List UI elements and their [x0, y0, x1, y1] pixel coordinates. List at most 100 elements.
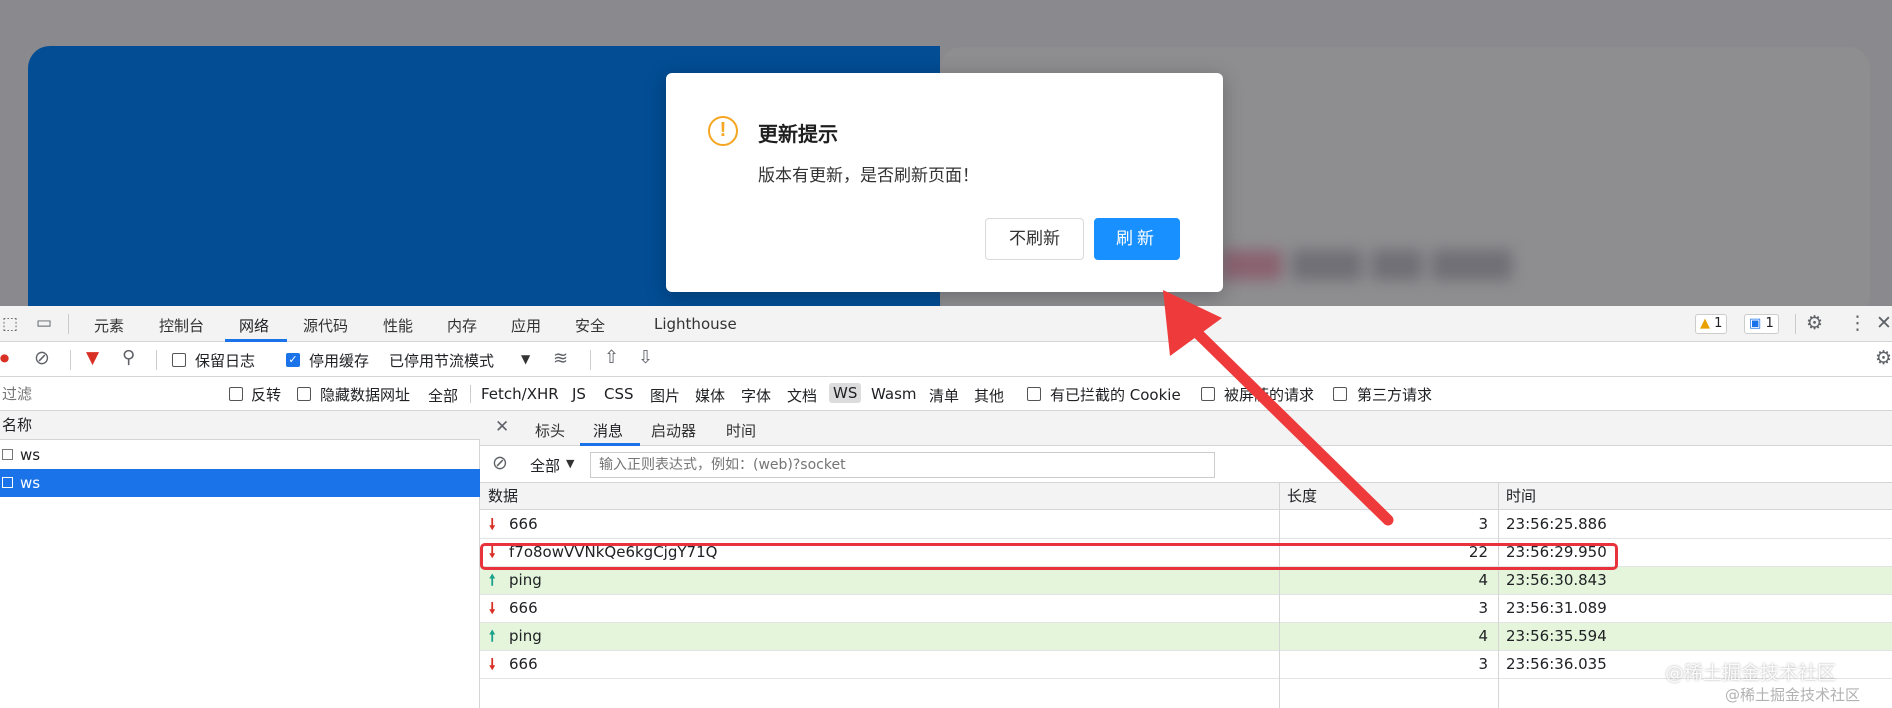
export-har-icon[interactable]: ⇩: [638, 349, 653, 367]
message-length: 3: [1478, 599, 1488, 617]
message-filter-bar: ⊘ 全部 ▼: [480, 446, 1892, 483]
tab-security[interactable]: 安全: [575, 315, 605, 336]
search-icon[interactable]: ⚲: [122, 349, 135, 367]
filter-icon[interactable]: ▼: [86, 350, 99, 367]
message-time: 23:56:31.089: [1506, 599, 1607, 617]
detail-tab-bar: ✕ 标头 消息 启动器 时间: [480, 411, 1892, 446]
annotation-highlight-box: [480, 543, 1618, 570]
tab-sources[interactable]: 源代码: [303, 315, 348, 336]
blocked-requests-checkbox[interactable]: [1201, 387, 1215, 401]
request-name: ws: [20, 446, 41, 464]
message-length: 4: [1478, 627, 1488, 645]
blurred-text: [1222, 250, 1542, 302]
tab-elements[interactable]: 元素: [94, 315, 124, 336]
message-row[interactable]: 🠗 666 3 23:56:25.886: [480, 511, 1892, 539]
filter-type-ws[interactable]: WS: [829, 383, 862, 403]
third-party-checkbox[interactable]: [1333, 387, 1347, 401]
filter-type-all[interactable]: 全部: [428, 385, 458, 406]
close-devtools-icon[interactable]: ✕: [1876, 314, 1892, 333]
clear-messages-icon[interactable]: ⊘: [492, 454, 508, 473]
tab-console[interactable]: 控制台: [159, 315, 204, 336]
throttling-select[interactable]: 已停用节流模式: [389, 350, 494, 371]
disable-cache-checkbox[interactable]: ✓: [286, 353, 300, 367]
filter-type-fetch-xhr[interactable]: Fetch/XHR: [481, 385, 559, 403]
divider: [470, 385, 471, 403]
message-data: 666: [509, 655, 538, 673]
request-row-selected[interactable]: ws: [0, 469, 480, 497]
preserve-log-label: 保留日志: [195, 352, 256, 370]
messages-badge[interactable]: ▣ 1: [1744, 314, 1779, 334]
network-settings-gear-icon[interactable]: ⚙: [1875, 349, 1892, 368]
hide-data-urls-checkbox[interactable]: [297, 387, 311, 401]
tab-application[interactable]: 应用: [511, 315, 541, 336]
invert-checkbox[interactable]: [229, 387, 243, 401]
inspect-element-icon[interactable]: ⬚: [2, 316, 18, 333]
filter-type-img[interactable]: 图片: [650, 385, 680, 406]
column-time[interactable]: 时间: [1506, 483, 1536, 509]
divider: [70, 350, 71, 370]
divider: [68, 314, 69, 334]
tab-initiator[interactable]: 启动器: [651, 420, 696, 441]
network-filter-bar: 反转 隐藏数据网址 全部 Fetch/XHR JS CSS 图片 媒体 字体 文…: [0, 377, 1892, 411]
tab-performance[interactable]: 性能: [383, 315, 413, 336]
filter-type-manifest[interactable]: 清单: [929, 385, 959, 406]
message-time: 23:56:35.594: [1506, 627, 1607, 645]
request-row[interactable]: ws: [0, 441, 480, 469]
no-refresh-button[interactable]: 不刷新: [985, 218, 1084, 260]
message-type-select[interactable]: 全部: [530, 455, 560, 476]
settings-gear-icon[interactable]: ⚙: [1806, 314, 1823, 333]
filter-type-media[interactable]: 媒体: [695, 385, 725, 406]
warnings-badge[interactable]: ▲ 1: [1695, 314, 1728, 334]
record-stop-icon[interactable]: ⏺: [0, 350, 9, 368]
message-data: ping: [509, 627, 542, 645]
tab-headers[interactable]: 标头: [535, 420, 565, 441]
message-row[interactable]: 🠗 666 3 23:56:31.089: [480, 595, 1892, 623]
more-options-icon[interactable]: ⋮: [1848, 314, 1867, 333]
message-data: 666: [509, 599, 538, 617]
device-toolbar-icon[interactable]: ▭: [36, 315, 52, 332]
column-length[interactable]: 长度: [1287, 483, 1317, 509]
refresh-button[interactable]: 刷新: [1094, 218, 1180, 260]
message-length: 3: [1478, 655, 1488, 673]
tab-lighthouse[interactable]: Lighthouse: [654, 315, 737, 333]
tab-messages[interactable]: 消息: [593, 420, 623, 441]
name-column-header[interactable]: 名称: [0, 411, 480, 440]
request-type-icon: [2, 477, 13, 488]
filter-input[interactable]: [0, 382, 210, 406]
chevron-down-icon[interactable]: ▼: [521, 353, 530, 365]
message-length: 3: [1478, 515, 1488, 533]
request-type-icon: [2, 449, 13, 460]
chevron-down-icon[interactable]: ▼: [566, 458, 574, 469]
close-detail-icon[interactable]: ✕: [495, 419, 509, 436]
network-toolbar: ⏺ ⊘ ▼ ⚲ 保留日志 ✓ 停用缓存 已停用节流模式 ▼ ≋ ⇧ ⇩ ⚙: [0, 342, 1892, 377]
column-data[interactable]: 数据: [488, 483, 518, 509]
tab-timing[interactable]: 时间: [726, 420, 756, 441]
filter-type-wasm[interactable]: Wasm: [871, 385, 917, 403]
column-divider: [1498, 483, 1499, 708]
message-data: 666: [509, 515, 538, 533]
blocked-cookies-checkbox[interactable]: [1027, 387, 1041, 401]
network-conditions-icon[interactable]: ≋: [553, 350, 568, 368]
message-row[interactable]: 🠕 ping 4 23:56:35.594: [480, 623, 1892, 651]
warning-icon: !: [708, 116, 738, 146]
clear-icon[interactable]: ⊘: [34, 349, 50, 368]
filter-type-doc[interactable]: 文档: [787, 385, 817, 406]
invert-label: 反转: [251, 386, 282, 404]
filter-type-other[interactable]: 其他: [974, 385, 1004, 406]
divider: [1795, 314, 1796, 334]
filter-type-font[interactable]: 字体: [741, 385, 771, 406]
divider: [590, 350, 591, 370]
received-arrow-icon: 🠗: [489, 515, 496, 533]
message-filter-input[interactable]: [590, 452, 1215, 478]
tab-memory[interactable]: 内存: [447, 315, 477, 336]
received-arrow-icon: 🠗: [489, 655, 496, 673]
filter-type-js[interactable]: JS: [572, 385, 586, 403]
tab-network[interactable]: 网络: [239, 315, 269, 336]
column-divider: [1279, 483, 1280, 708]
request-list: 名称 ws ws: [0, 411, 480, 708]
devtools-tab-bar: ⬚ ▭ 元素 控制台 网络 源代码 性能 内存 应用 安全 Lighthouse…: [0, 306, 1892, 342]
import-har-icon[interactable]: ⇧: [604, 349, 619, 367]
filter-type-css[interactable]: CSS: [604, 385, 634, 403]
message-row[interactable]: 🠕 ping 4 23:56:30.843: [480, 567, 1892, 595]
preserve-log-checkbox[interactable]: [172, 353, 186, 367]
